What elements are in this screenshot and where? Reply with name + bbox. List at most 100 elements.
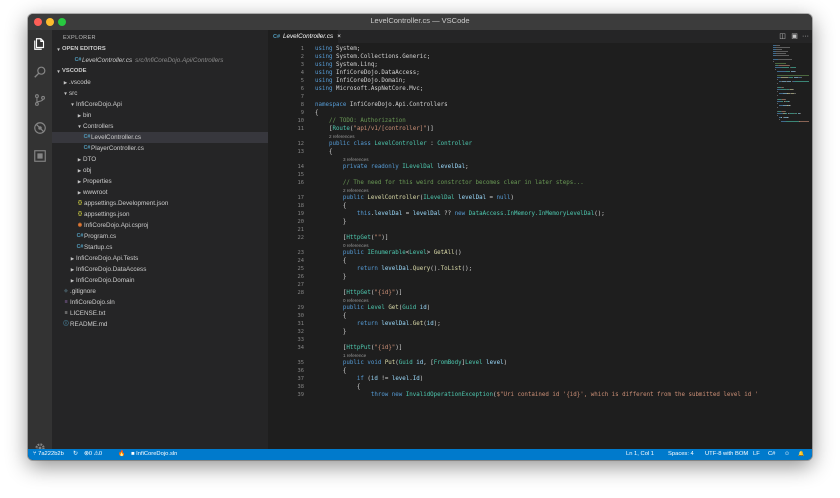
tree-item-domain-folder[interactable]: ▶ InfiCoreDojo.Domain — [52, 275, 268, 286]
tree-item-appsettings[interactable]: {} appsettings.json — [52, 209, 268, 220]
tree-item-startup[interactable]: C#Startup.cs — [52, 242, 268, 253]
code-token: ) — [426, 305, 431, 311]
solution-item[interactable]: ■ InfiCoreDojo.sln — [131, 449, 177, 460]
minimap-segment — [776, 47, 790, 48]
code-token: > — [426, 250, 434, 256]
omnisharp-flame-icon[interactable]: 🔥 — [118, 449, 125, 460]
tree-item-vscode-folder[interactable]: ▶ .vscode — [52, 77, 268, 88]
minimap-segment — [800, 113, 801, 114]
minimap-segment — [787, 81, 791, 82]
problems-item[interactable]: ⊗0 ⚠0 — [84, 449, 102, 460]
code-token: null — [496, 195, 511, 201]
code-lens-references[interactable]: 2 references — [329, 133, 355, 140]
source-control-icon[interactable] — [32, 92, 48, 108]
code-token: id — [419, 305, 427, 311]
code-token: levelDal — [437, 164, 466, 170]
code-token: InfiCoreDojo.Api.Controllers — [349, 102, 448, 108]
minimap-segment — [777, 103, 778, 104]
tree-item-license[interactable]: ≡ LICENSE.txt — [52, 308, 268, 319]
split-editor-icon[interactable]: ◫ — [778, 32, 787, 41]
line-number: 6 — [300, 86, 304, 92]
text-file-icon: ≡ — [64, 310, 68, 316]
tree-item-api-folder[interactable]: ▼InfiCoreDojo.Api — [52, 99, 268, 110]
end-of-line[interactable]: LF — [753, 449, 760, 460]
cursor-position[interactable]: Ln 1, Col 1 — [626, 449, 654, 460]
encoding[interactable]: UTF-8 with BOM — [705, 449, 748, 460]
language-mode[interactable]: C# — [768, 449, 775, 460]
debug-icon[interactable] — [32, 120, 48, 136]
tree-item-bin-folder[interactable]: ▶ bin — [52, 110, 268, 121]
code-lens-references[interactable]: 1 reference — [343, 352, 366, 359]
code-editor[interactable]: using System; using System.Collections.Ge… — [315, 43, 769, 449]
open-editor-item[interactable]: C#LevelController.cs src/InfiCoreDojo.Api… — [52, 55, 268, 66]
section-project[interactable]: ▼VSCODE — [52, 66, 268, 77]
code-token: ); — [433, 321, 441, 327]
code-token: ?? — [440, 211, 455, 217]
minimap-segment — [790, 67, 796, 68]
minimap[interactable] — [771, 43, 812, 449]
code-line: public class LevelController : Controlle… — [315, 140, 472, 148]
tree-item-tests-folder[interactable]: ▶ InfiCoreDojo.Api.Tests — [52, 253, 268, 264]
code-token: ILevelDal — [423, 195, 455, 201]
search-icon[interactable] — [32, 64, 48, 80]
code-lens-references[interactable]: 0 references — [343, 242, 369, 249]
code-lens-references[interactable]: 3 references — [343, 156, 369, 163]
tree-item-src-folder[interactable]: ▼src — [52, 88, 268, 99]
tree-item-playercontroller[interactable]: C#PlayerController.cs — [52, 143, 268, 154]
explorer-icon[interactable] — [32, 36, 48, 52]
tree-item-obj-folder[interactable]: ▶ obj — [52, 165, 268, 176]
minimap-segment — [801, 77, 802, 78]
csharp-file-icon: C# — [83, 134, 91, 140]
feedback-icon[interactable]: ☺ — [784, 449, 790, 460]
line-number: 9 — [300, 110, 304, 116]
code-token: namespace — [315, 102, 350, 108]
code-token: } — [315, 274, 347, 280]
code-token: } — [315, 219, 347, 225]
tree-item-sln[interactable]: ≡ InfiCoreDojo.sln — [52, 297, 268, 308]
more-actions-icon[interactable]: ··· — [801, 32, 810, 41]
csharp-file-icon: C# — [74, 57, 82, 63]
section-open-editors[interactable]: ▼OPEN EDITORS — [52, 44, 268, 55]
code-token: != — [377, 376, 392, 382]
extensions-icon[interactable] — [32, 148, 48, 164]
tree-item-csproj[interactable]: ◉ InfiCoreDojo.Api.csproj — [52, 220, 268, 231]
line-number-gutter: 1 2 3 4 5 6 7 8 9 10 11 12 13 14 15 16 17 18 19 20 21 22 23 24 2… — [268, 43, 310, 449]
tree-item-properties-folder[interactable]: ▶ Properties — [52, 176, 268, 187]
code-token: )] — [426, 126, 434, 132]
toggle-layout-icon[interactable]: ▣ — [790, 32, 799, 41]
minimap-segment — [785, 71, 790, 72]
tree-item-gitignore[interactable]: ◆ .gitignore — [52, 286, 268, 297]
tree-item-appsettings-dev[interactable]: {} appsettings.Development.json — [52, 198, 268, 209]
title-bar: LevelController.cs — VSCode — [28, 14, 812, 30]
tree-item-wwwroot-folder[interactable]: ▶ wwwroot — [52, 187, 268, 198]
tree-item-dto-folder[interactable]: ▶ DTO — [52, 154, 268, 165]
minimap-segment — [789, 65, 790, 66]
git-branch-item[interactable]: ⑂ 7a222b2b — [33, 449, 64, 460]
close-tab-icon[interactable]: × — [337, 33, 341, 40]
bell-icon[interactable]: 🔔 — [798, 449, 804, 460]
tree-item-dataaccess-folder[interactable]: ▶ InfiCoreDojo.DataAccess — [52, 264, 268, 275]
code-token: } — [315, 329, 347, 335]
minimap-segment — [784, 99, 786, 100]
minimap-segment — [773, 61, 774, 62]
tree-item-readme[interactable]: ⓘREADME.md — [52, 319, 268, 330]
tree-item-levelcontroller[interactable]: C#LevelController.cs — [52, 132, 268, 143]
indentation[interactable]: Spaces: 4 — [668, 449, 694, 460]
code-line: // TODO: Authorization — [315, 117, 406, 125]
tree-item-controllers-folder[interactable]: ▼Controllers — [52, 121, 268, 132]
code-lens-references[interactable]: 2 references — [343, 187, 369, 194]
line-number: 26 — [297, 274, 305, 280]
line-number: 34 — [297, 345, 305, 351]
json-file-icon: {} — [77, 200, 83, 206]
tab-levelcontroller[interactable]: C# LevelController.cs × — [268, 30, 341, 43]
tree-item-program[interactable]: C#Program.cs — [52, 231, 268, 242]
sync-icon[interactable]: ↻ — [73, 449, 78, 460]
json-file-icon: {} — [77, 211, 83, 217]
minimap-segment — [793, 77, 798, 78]
code-line: public void Put(Guid id, [FromBody]Level… — [315, 359, 507, 367]
line-number: 10 — [297, 118, 305, 124]
line-number: 25 — [297, 266, 305, 272]
code-lens-references[interactable]: 0 references — [343, 297, 369, 304]
line-number: 23 — [297, 250, 305, 256]
